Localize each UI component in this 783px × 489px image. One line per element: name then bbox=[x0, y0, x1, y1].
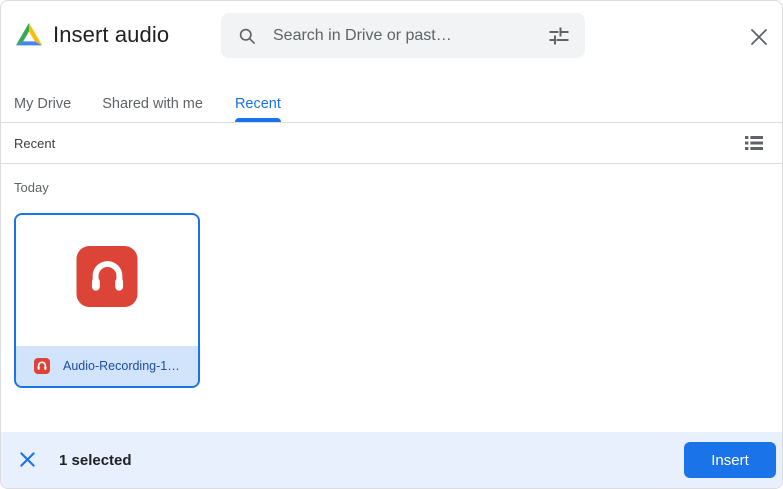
selection-count: 1 selected bbox=[59, 451, 132, 469]
list-view-icon bbox=[745, 136, 763, 150]
file-card-selected[interactable]: Audio-Recording-1… bbox=[14, 213, 200, 388]
headphones-mini-icon bbox=[37, 361, 47, 370]
tab-my-drive-label: My Drive bbox=[14, 95, 72, 112]
search-box[interactable] bbox=[221, 13, 585, 58]
close-dialog-button[interactable] bbox=[749, 27, 769, 47]
source-tabs: My Drive Shared with me Recent bbox=[1, 85, 782, 122]
file-name-bar: Audio-Recording-1… bbox=[16, 346, 198, 386]
file-thumbnail bbox=[16, 215, 198, 350]
tab-my-drive[interactable]: My Drive bbox=[14, 85, 71, 122]
clear-selection-button[interactable] bbox=[17, 450, 37, 470]
section-bar: Recent bbox=[1, 122, 782, 164]
audio-file-mini-icon bbox=[34, 358, 50, 374]
search-options-button[interactable] bbox=[547, 24, 571, 48]
insert-button[interactable]: Insert bbox=[684, 442, 776, 478]
section-label: Recent bbox=[14, 135, 56, 151]
dialog-title: Insert audio bbox=[53, 22, 170, 47]
search-icon bbox=[239, 28, 255, 44]
google-drive-logo-icon bbox=[15, 22, 43, 46]
clear-selection-x-icon bbox=[19, 452, 35, 467]
insert-audio-dialog: Insert audio Search in Drive or past… My… bbox=[0, 0, 783, 489]
file-name: Audio-Recording-1… bbox=[63, 359, 180, 373]
headphones-icon bbox=[91, 260, 123, 291]
tab-recent-label: Recent bbox=[234, 95, 281, 112]
tab-shared-with-me[interactable]: Shared with me bbox=[102, 85, 203, 122]
date-group-label: Today bbox=[14, 180, 49, 195]
search-input[interactable] bbox=[273, 26, 547, 45]
tune-icon bbox=[549, 27, 569, 44]
selection-footer: 1 selected Insert bbox=[1, 432, 782, 488]
close-icon bbox=[751, 29, 767, 45]
audio-file-icon bbox=[76, 246, 138, 307]
tab-shared-with-me-label: Shared with me bbox=[102, 95, 203, 112]
tab-recent[interactable]: Recent bbox=[234, 85, 281, 122]
list-view-toggle-button[interactable] bbox=[742, 131, 766, 155]
dialog-header: Insert audio bbox=[1, 1, 782, 71]
